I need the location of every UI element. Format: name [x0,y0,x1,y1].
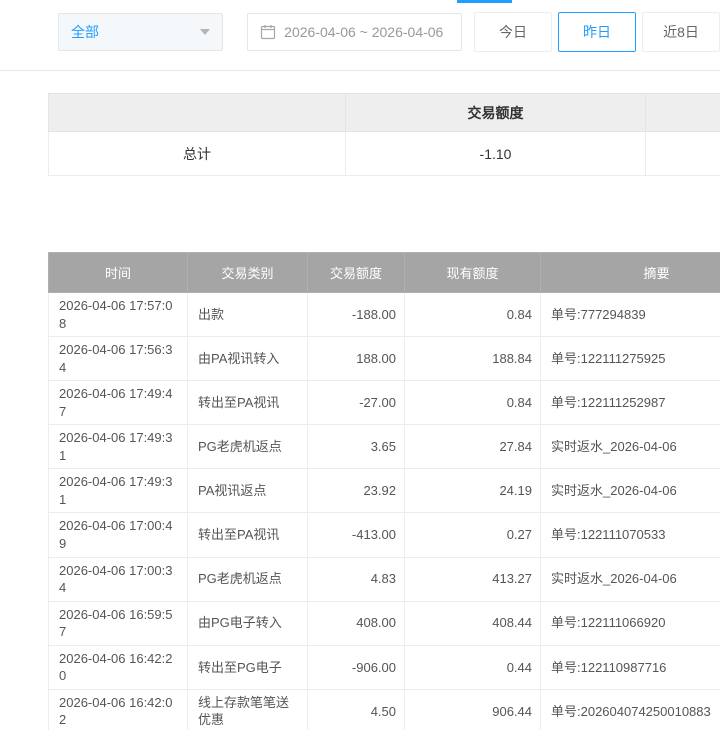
column-header-time: 时间 [49,253,188,293]
cell-type: 线上存款笔笔送优惠 [188,689,308,730]
summary-table: 交易额度 总计 -1.10 [48,93,720,176]
summary-header-empty [49,94,346,132]
column-header-type: 交易类别 [188,253,308,293]
cell-type: 由PG电子转入 [188,601,308,645]
active-tab-indicator [457,0,512,3]
summary-header-amount: 交易额度 [346,94,646,132]
cell-amount: 3.65 [308,425,405,469]
filter-bar: 全部 2026-04-06 ~ 2026-04-06 今日昨日近8日 [58,12,720,52]
column-header-summary: 摘要 [541,253,720,293]
cell-type: PG老虎机返点 [188,425,308,469]
cell-amount: -27.00 [308,381,405,425]
cell-type: 转出至PA视讯 [188,381,308,425]
cell-summary: 单号:122111070533 [541,513,720,557]
cell-type: 出款 [188,293,308,337]
transaction-row: 2026-04-06 16:42:20转出至PG电子-906.000.44单号:… [49,645,720,689]
cell-summary: 单号:122111252987 [541,381,720,425]
cell-summary: 实时返水_2026-04-06 [541,557,720,601]
cell-time: 2026-04-06 16:42:02 [49,689,188,730]
cell-amount: -413.00 [308,513,405,557]
cell-amount: 4.50 [308,689,405,730]
cell-balance: 0.44 [405,645,541,689]
cell-summary: 实时返水_2026-04-06 [541,469,720,513]
cell-time: 2026-04-06 17:56:34 [49,337,188,381]
quick-filter-buttons: 今日昨日近8日 [474,12,720,52]
cell-time: 2026-04-06 17:00:34 [49,557,188,601]
transaction-row: 2026-04-06 17:49:31PA视讯返点23.9224.19实时返水_… [49,469,720,513]
transaction-row: 2026-04-06 17:00:34PG老虎机返点4.83413.27实时返水… [49,557,720,601]
cell-amount: 188.00 [308,337,405,381]
cell-type: 转出至PG电子 [188,645,308,689]
cell-balance: 24.19 [405,469,541,513]
summary-header-row: 交易额度 [49,94,720,132]
quick-filter-today[interactable]: 今日 [474,12,552,52]
transaction-row: 2026-04-06 17:49:31PG老虎机返点3.6527.84实时返水_… [49,425,720,469]
cell-type: 由PA视讯转入 [188,337,308,381]
date-range-value: 2026-04-06 ~ 2026-04-06 [284,24,443,40]
cell-summary: 单号:122111066920 [541,601,720,645]
transaction-row: 2026-04-06 17:00:49转出至PA视讯-413.000.27单号:… [49,513,720,557]
cell-summary: 单号:202604074250010883 [541,689,720,730]
cell-amount: 4.83 [308,557,405,601]
chevron-down-icon [200,29,210,35]
cell-time: 2026-04-06 16:59:57 [49,601,188,645]
cell-balance: 27.84 [405,425,541,469]
cell-time: 2026-04-06 16:42:20 [49,645,188,689]
transaction-row: 2026-04-06 17:49:47转出至PA视讯-27.000.84单号:1… [49,381,720,425]
calendar-icon [260,24,276,40]
transaction-records-page: 全部 2026-04-06 ~ 2026-04-06 今日昨日近8日 交易额度 [0,0,720,730]
column-header-balance: 现有额度 [405,253,541,293]
cell-balance: 413.27 [405,557,541,601]
category-select-value: 全部 [71,22,99,42]
cell-amount: 408.00 [308,601,405,645]
summary-total-label: 总计 [49,132,346,176]
cell-amount: 23.92 [308,469,405,513]
transactions-header-row: 时间交易类别交易额度现有额度摘要 [49,253,720,293]
cell-balance: 408.44 [405,601,541,645]
transaction-row: 2026-04-06 17:56:34由PA视讯转入188.00188.84单号… [49,337,720,381]
transactions-section: 时间交易类别交易额度现有额度摘要 2026-04-06 17:57:08出款-1… [48,252,720,730]
cell-time: 2026-04-06 17:49:31 [49,469,188,513]
summary-header-cut [646,94,720,132]
summary-total-value: -1.10 [346,132,646,176]
cell-summary: 单号:777294839 [541,293,720,337]
cell-time: 2026-04-06 17:49:47 [49,381,188,425]
section-divider [0,70,720,71]
transaction-row: 2026-04-06 16:42:02线上存款笔笔送优惠4.50906.44单号… [49,689,720,730]
cell-time: 2026-04-06 17:49:31 [49,425,188,469]
cell-balance: 0.84 [405,293,541,337]
cell-type: PG老虎机返点 [188,557,308,601]
cell-time: 2026-04-06 17:00:49 [49,513,188,557]
cell-summary: 实时返水_2026-04-06 [541,425,720,469]
cell-balance: 0.27 [405,513,541,557]
date-range-input[interactable]: 2026-04-06 ~ 2026-04-06 [247,13,462,51]
quick-filter-last-8-days[interactable]: 近8日 [642,12,720,52]
transaction-row: 2026-04-06 16:59:57由PG电子转入408.00408.44单号… [49,601,720,645]
cell-balance: 188.84 [405,337,541,381]
cell-amount: -906.00 [308,645,405,689]
cell-time: 2026-04-06 17:57:08 [49,293,188,337]
cell-summary: 单号:122111275925 [541,337,720,381]
column-header-amount: 交易额度 [308,253,405,293]
transactions-table: 时间交易类别交易额度现有额度摘要 2026-04-06 17:57:08出款-1… [48,252,720,730]
cell-amount: -188.00 [308,293,405,337]
cell-balance: 0.84 [405,381,541,425]
cell-type: 转出至PA视讯 [188,513,308,557]
cell-balance: 906.44 [405,689,541,730]
summary-total-row: 总计 -1.10 [49,132,720,176]
quick-filter-yesterday[interactable]: 昨日 [558,12,636,52]
summary-total-cut [646,132,720,176]
cell-type: PA视讯返点 [188,469,308,513]
summary-section: 交易额度 总计 -1.10 [48,93,720,176]
cell-summary: 单号:122110987716 [541,645,720,689]
transaction-row: 2026-04-06 17:57:08出款-188.000.84单号:77729… [49,293,720,337]
category-select[interactable]: 全部 [58,13,223,51]
